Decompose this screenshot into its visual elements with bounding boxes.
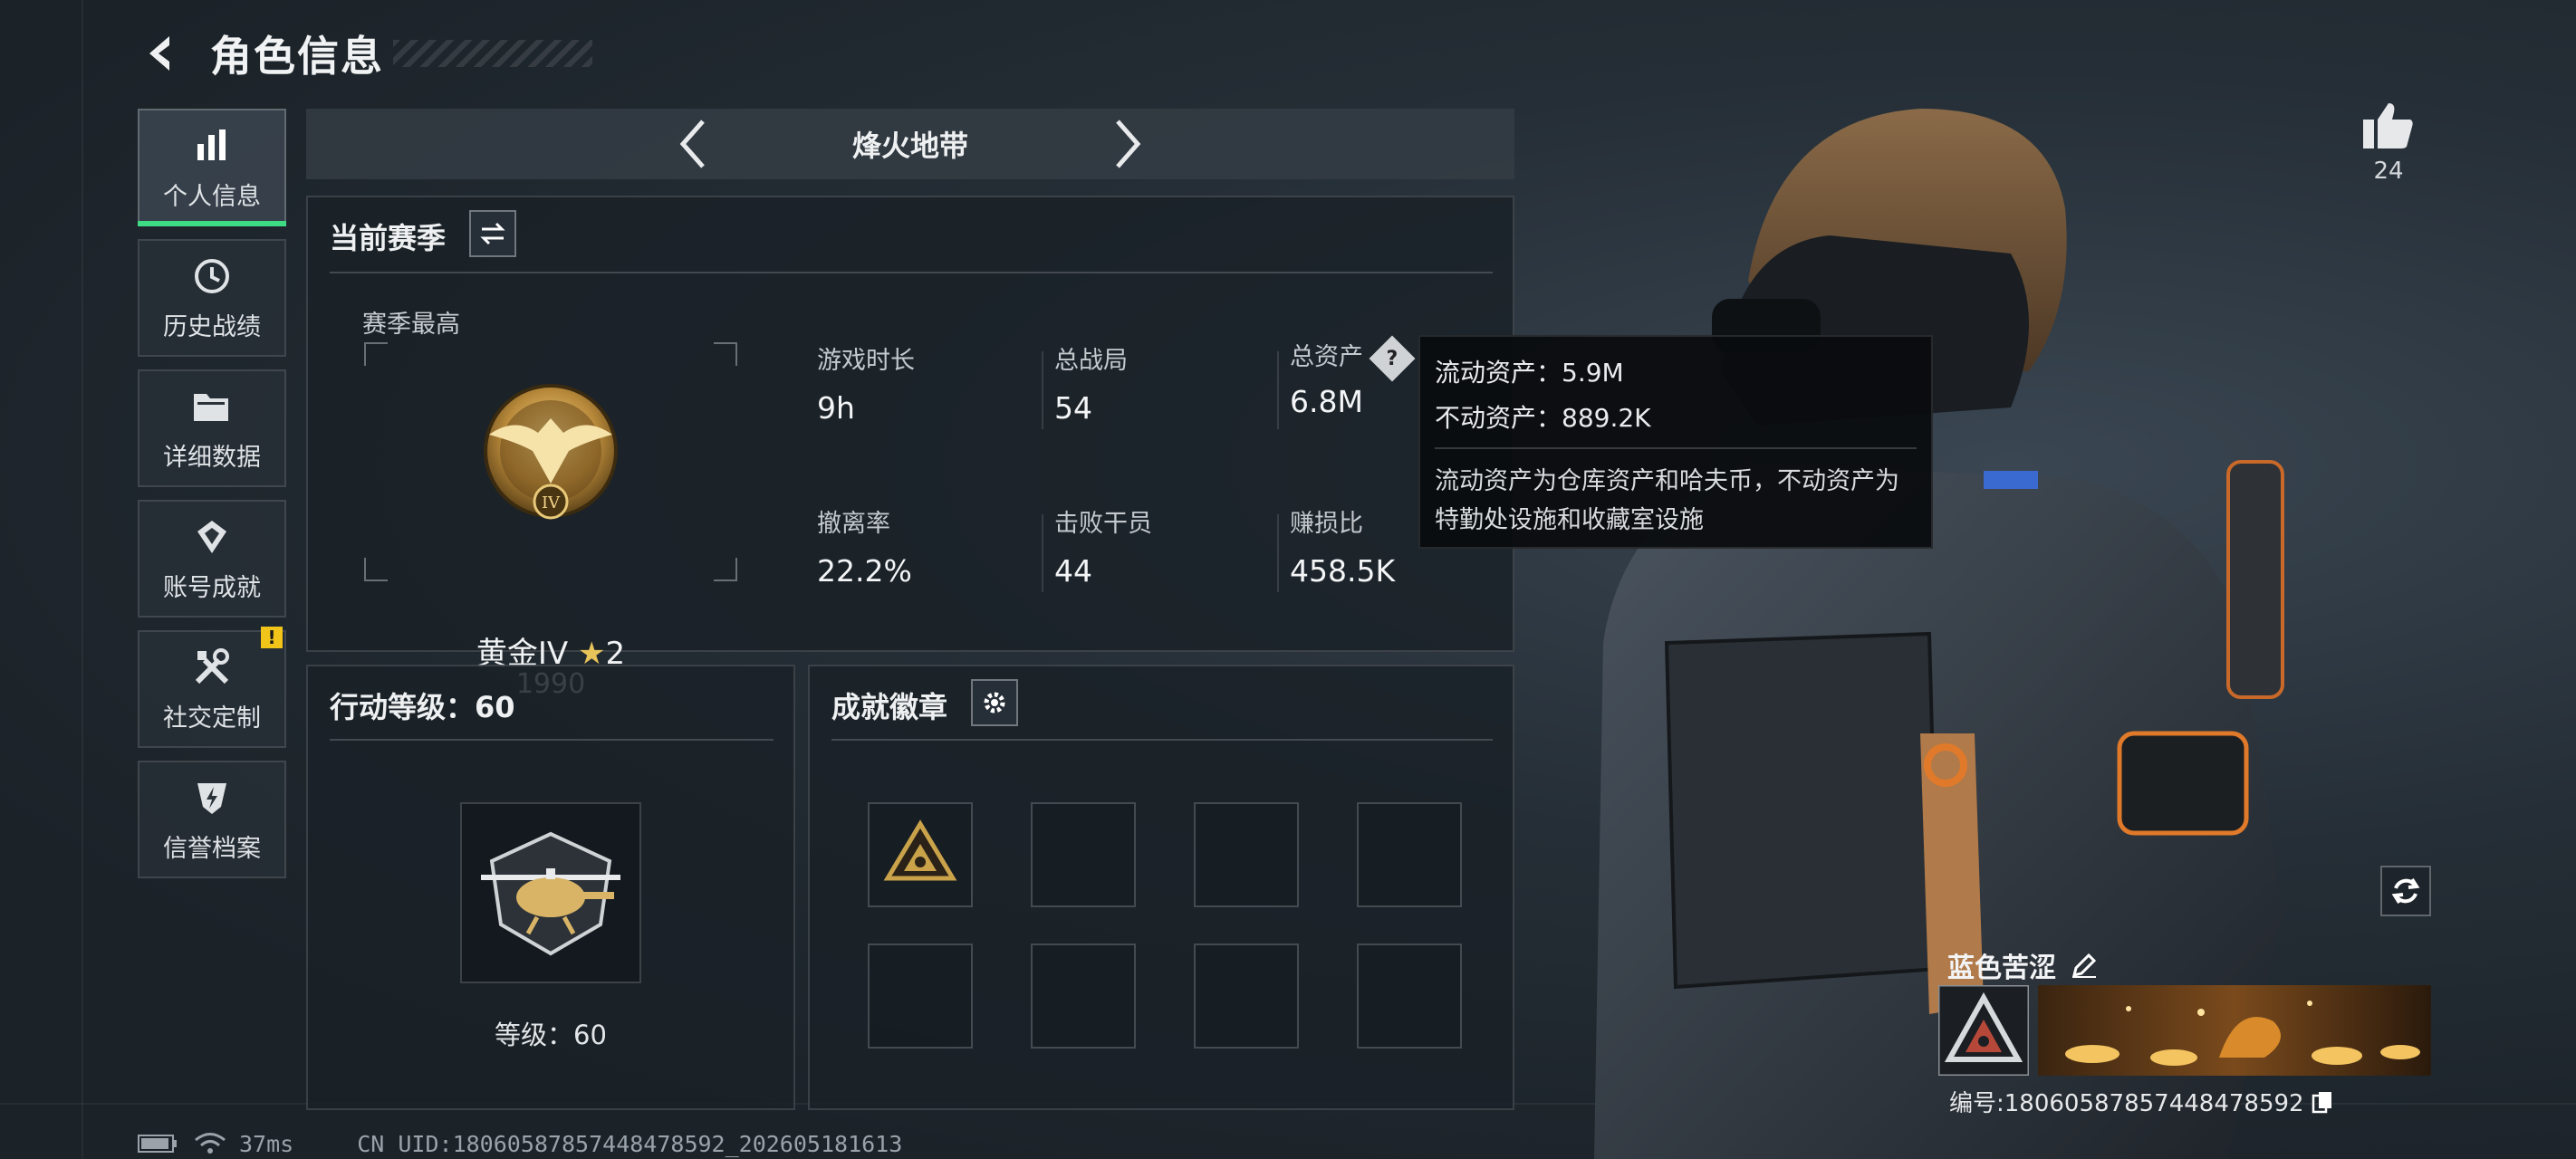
level-emblem-frame [460,802,641,983]
liquid-assets: 流动资产：5.9M [1435,358,1624,388]
badge-slot[interactable] [868,943,973,1049]
tools-icon [190,646,234,689]
triangle-badge-icon [883,819,957,881]
chevron-right-icon [1116,120,1141,168]
stat-profit-loss: 赚损比 458.5K [1290,510,1396,589]
player-banner-card[interactable] [2038,985,2431,1076]
assets-tooltip: 流动资产：5.9M 不动资产：889.2K 流动资产为仓库资产和哈夫币，不动资产… [1418,335,1933,549]
season-best-label: 赛季最高 [362,311,460,339]
thumbs-up-icon [2363,103,2413,148]
back-button[interactable] [136,26,190,81]
sidebar-item-achievements[interactable]: 账号成就 [138,500,286,618]
season-panel: 当前赛季 赛季最高 IV 黄金IV ★2 1990 游戏时长 9h 总战局 54… [306,196,1514,700]
pencil-icon [2071,953,2097,978]
mode-name: 烽火地带 [851,129,968,163]
sidebar: 个人信息 历史战绩 详细数据 账号成就 ! 社交定制 信誉档案 [138,109,286,891]
like-button[interactable]: 24 [2360,100,2417,185]
medal-frame: IV [364,342,737,581]
status-bar: 37ms CN UID:18060587857448478592_2026051… [138,1130,902,1157]
divider [1277,351,1279,429]
bar-chart-icon [190,124,234,168]
stat-extraction-rate: 撤离率 22.2% [817,510,912,589]
copy-icon [2312,1091,2331,1113]
rotate-model-button[interactable] [2380,866,2431,916]
prev-mode-button[interactable] [666,117,720,171]
like-count: 24 [2373,158,2404,185]
chevron-left-icon [679,120,705,168]
assets-description: 流动资产为仓库资产和哈夫币，不动资产为特勤处设施和收藏室设施 [1435,467,1899,534]
shield-bolt-icon [190,776,234,819]
badge-slot[interactable] [1194,802,1299,907]
action-level-title: 行动等级：60 [330,690,515,724]
edit-name-button[interactable] [2071,952,2098,979]
player-cards [1938,985,2431,1076]
stat-total-matches: 总战局 54 [1054,347,1128,426]
header: 角色信息 [136,22,592,85]
player-name: 蓝色苦涩 [1947,945,2098,985]
stat-play-time: 游戏时长 9h [817,347,915,426]
badge-slot[interactable] [868,802,973,907]
sidebar-item-personal-info[interactable]: 个人信息 [138,109,286,226]
back-arrow-icon [149,36,169,71]
achievement-icon [190,515,234,559]
divider [1277,514,1279,592]
badge-slot[interactable] [1194,943,1299,1049]
svg-text:IV: IV [542,493,561,512]
mode-switcher: 烽火地带 [306,109,1514,179]
gear-icon [984,692,1005,714]
player-id: 编号:18060587857448478592 [1949,1085,2335,1118]
stat-kills: 击败干员 44 [1054,510,1152,589]
grid-line [82,0,83,1159]
sidebar-item-label: 信誉档案 [163,834,261,863]
sidebar-item-label: 账号成就 [163,573,261,602]
title-decoration [393,40,592,67]
rotate-icon [2391,877,2420,905]
copy-id-button[interactable] [2312,1090,2335,1114]
badges-settings-button[interactable] [971,679,1018,726]
battery-icon [138,1135,177,1153]
divider [1042,351,1043,429]
badges-panel: 成就徽章 [808,665,1514,1110]
badge-slot[interactable] [1031,943,1136,1049]
sidebar-item-history[interactable]: 历史战绩 [138,239,286,357]
wifi-icon [195,1133,226,1154]
player-emblem-icon[interactable] [1938,985,2029,1076]
swap-icon [480,222,505,245]
sidebar-item-detailed-data[interactable]: 详细数据 [138,369,286,487]
sidebar-item-credit[interactable]: 信誉档案 [138,761,286,878]
divider [1435,447,1917,449]
badge-slot[interactable] [1357,943,1462,1049]
fixed-assets: 不动资产：889.2K [1435,403,1651,433]
divider [330,272,1493,273]
help-button[interactable]: ? [1369,335,1416,381]
badges-title: 成就徽章 [831,690,948,724]
badge-slot[interactable] [1357,802,1462,907]
sidebar-item-label: 历史战绩 [163,312,261,341]
divider [831,739,1493,741]
sidebar-item-label: 详细数据 [163,443,261,472]
divider [1042,514,1043,592]
history-icon [190,254,234,298]
next-mode-button[interactable] [1101,117,1155,171]
question-icon: ? [1386,346,1399,369]
helicopter-emblem-icon [481,831,620,956]
action-level-panel: 行动等级：60 等级：60 [306,665,795,1110]
notification-badge: ! [261,627,283,648]
ping-value: 37ms [239,1130,294,1157]
badge-slot[interactable] [1031,802,1136,907]
folder-icon [190,385,234,428]
season-title: 当前赛季 [330,221,447,255]
uid-text: CN UID:18060587857448478592_202605181613 [357,1130,903,1157]
sidebar-item-social[interactable]: ! 社交定制 [138,627,286,748]
sidebar-item-label: 社交定制 [163,704,261,733]
switch-season-button[interactable] [469,210,516,257]
divider [330,739,774,741]
sidebar-item-label: 个人信息 [163,182,261,211]
gold-rank-medal-icon: IV [484,384,618,520]
level-caption: 等级：60 [495,1020,607,1050]
stat-total-assets: 总资产? 6.8M [1290,335,1416,419]
page-title: 角色信息 [210,32,384,81]
